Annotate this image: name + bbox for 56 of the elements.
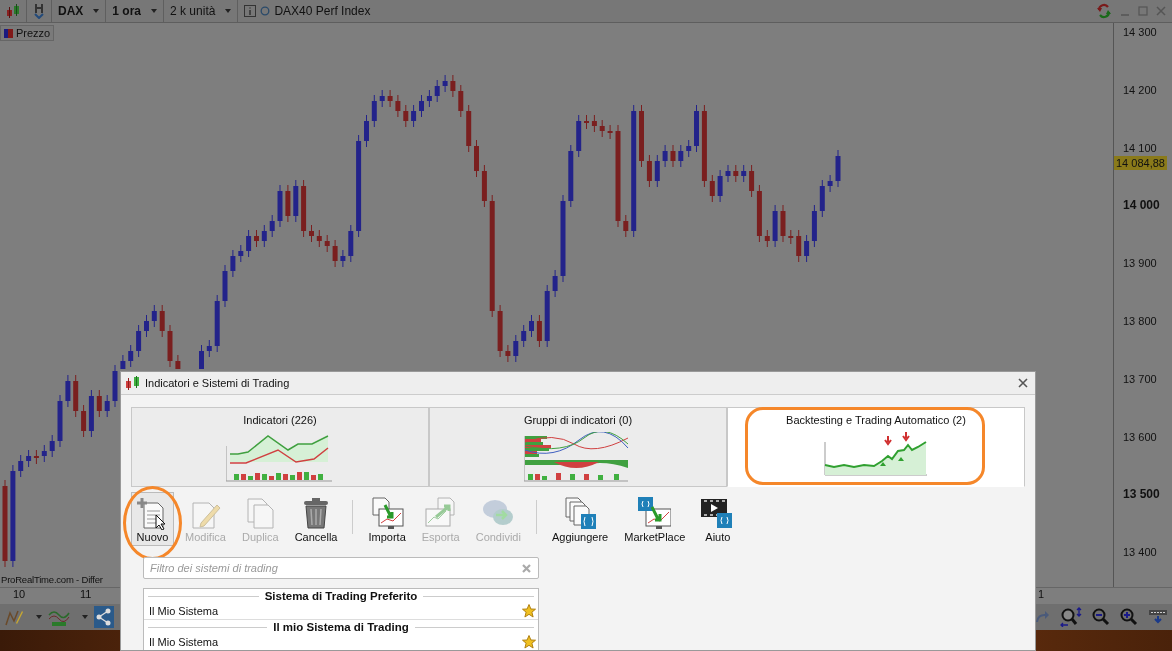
star-icon[interactable] — [522, 604, 536, 618]
price-axis-label: 13 600 — [1122, 429, 1158, 445]
price-axis-label: 14 300 — [1122, 25, 1158, 40]
monitor-download-icon — [638, 497, 672, 530]
timeframe-dropdown[interactable]: 1 ora — [106, 0, 165, 22]
zoom-fit-icon[interactable] — [1060, 607, 1082, 627]
toolbar-button[interactable]: Aggiungere — [546, 492, 614, 546]
time-axis-label: 10 — [13, 588, 26, 600]
tab[interactable]: Indicatori (226) — [131, 407, 429, 487]
price-axis-label: 13 900 — [1122, 256, 1158, 272]
toolbar-button[interactable]: Nuovo — [131, 492, 174, 546]
toolbar-button[interactable]: Aiuto — [696, 492, 740, 546]
section-header: Sistema di Trading Preferito — [264, 590, 418, 602]
legend-label: Prezzo — [16, 27, 51, 39]
refresh-icon[interactable] — [1096, 3, 1112, 19]
download-bar-icon[interactable] — [1148, 609, 1168, 625]
price-axis-label: 14 200 — [1122, 82, 1158, 98]
maximize-icon[interactable] — [1138, 6, 1148, 16]
price-axis-label: 13 800 — [1122, 314, 1158, 329]
list-item[interactable]: Il Mio Sistema — [149, 636, 522, 648]
instrument-dropdown[interactable]: DAX — [52, 0, 107, 22]
zoom-in-icon[interactable] — [1120, 608, 1138, 626]
current-price-badge: 14 084,88 — [1114, 156, 1167, 170]
dialog-title: Indicatori e Sistemi di Trading — [145, 377, 290, 389]
star-icon[interactable] — [522, 635, 536, 649]
close-icon[interactable] — [1156, 6, 1166, 16]
candlestick-icon — [125, 376, 141, 390]
status-circle-icon — [260, 6, 271, 16]
toolbar-button[interactable]: Importa — [363, 492, 411, 546]
section-header: Il mio Sistema di Trading — [273, 621, 409, 633]
video-help-icon — [701, 497, 735, 530]
price-axis-label: 14 000 — [1122, 197, 1161, 215]
candlestick-icon[interactable] — [6, 4, 20, 18]
units-dropdown[interactable]: 2 k unità — [164, 0, 239, 22]
time-axis-label: 1 — [1037, 588, 1044, 602]
price-axis-label: 13 500 — [1122, 486, 1161, 504]
price-axis-label: 14 100 — [1122, 140, 1158, 156]
filter-field[interactable]: Filtro dei sistemi di trading — [143, 557, 539, 579]
toolbar-button[interactable]: Cancella — [289, 492, 343, 546]
zoom-out-icon[interactable] — [1092, 608, 1110, 626]
import-icon — [370, 497, 404, 530]
share-icon[interactable] — [94, 606, 114, 628]
legend-swatch — [4, 28, 13, 38]
tab[interactable]: Backtesting e Trading Automatico (2) — [727, 407, 1025, 487]
instrument-title: DAX40 Perf Index — [274, 4, 371, 18]
price-axis-label: 13 700 — [1122, 371, 1158, 387]
list-item[interactable]: Il Mio Sistema — [149, 605, 522, 617]
time-axis-label: 11 — [80, 588, 92, 600]
info-icon[interactable] — [244, 5, 257, 17]
price-axis-label: 13 400 — [1122, 545, 1158, 561]
export-icon — [424, 497, 458, 530]
chart-source-text: ProRealTime.com - Differ — [1, 574, 103, 585]
toolbar-button[interactable]: MarketPlace — [619, 492, 691, 546]
tab[interactable]: Gruppi di indicatori (0) — [429, 407, 727, 487]
clear-icon[interactable] — [522, 564, 531, 573]
documents-code-icon — [563, 497, 597, 530]
